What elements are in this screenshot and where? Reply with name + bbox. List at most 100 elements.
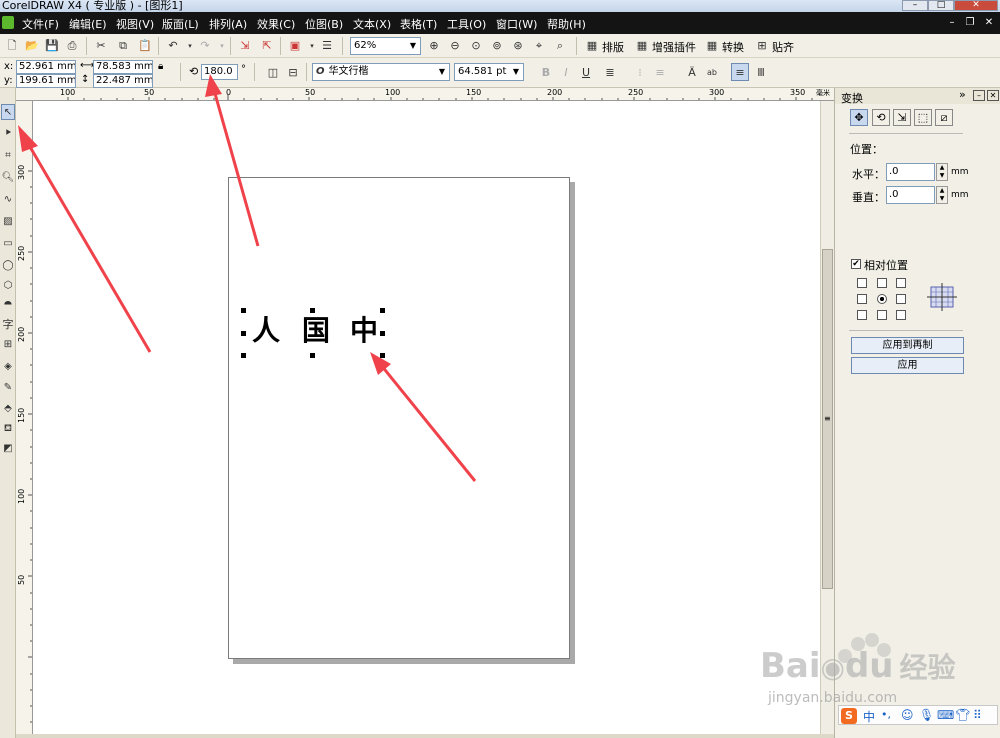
interactive-blend-icon[interactable]: ◈ — [1, 359, 15, 375]
voice-icon[interactable]: 🎙︎ — [919, 708, 934, 722]
copy-icon[interactable]: ⧉ — [114, 37, 132, 55]
bullet-icon[interactable]: ⁝ — [631, 64, 649, 82]
maximize-button[interactable]: □ — [928, 0, 954, 11]
zoom-width-icon[interactable]: ⌖ — [530, 37, 548, 55]
anchor-bottom-right[interactable] — [896, 310, 906, 320]
menu-file[interactable]: 文件(F) — [22, 16, 59, 32]
anchor-center[interactable] — [877, 294, 887, 304]
text-tool-icon[interactable]: 字 — [1, 317, 15, 333]
convert-icon[interactable]: ▦ — [703, 37, 721, 55]
pick-tool-icon[interactable]: ↖ — [1, 104, 15, 120]
vertical-field[interactable]: .0 — [886, 186, 935, 204]
horizontal-spinner[interactable]: ▲ ▼ — [936, 163, 948, 181]
menu-edit[interactable]: 编辑(E) — [69, 16, 107, 32]
menu-table[interactable]: 表格(T) — [400, 16, 437, 32]
expand-icon[interactable]: » — [959, 88, 966, 101]
print-icon[interactable]: ⎙ — [63, 37, 81, 55]
new-icon[interactable]: 🗋 — [3, 37, 21, 55]
selection-handle[interactable] — [310, 353, 315, 358]
save-icon[interactable]: 💾 — [43, 37, 61, 55]
application-launcher-icon[interactable]: ▣ — [286, 37, 304, 55]
snap-button[interactable]: 贴齐 — [772, 39, 794, 55]
toolbox-icon[interactable]: ⠿ — [973, 708, 982, 722]
vertical-ruler[interactable]: 300 250 200 150 100 50 — [16, 101, 33, 734]
sogou-logo-icon[interactable]: S — [841, 708, 857, 724]
vertical-spinner[interactable]: ▲ ▼ — [936, 186, 948, 204]
menu-layout[interactable]: 版面(L) — [162, 16, 199, 32]
relative-position-checkbox[interactable]: ✔ — [851, 259, 861, 269]
anchor-bottom-left[interactable] — [857, 310, 867, 320]
rotation-angle-field[interactable]: 180.0 — [201, 64, 238, 80]
doc-restore-button[interactable]: ❐ — [963, 16, 977, 29]
anchor-bottom-center[interactable] — [877, 310, 887, 320]
shape-tool-icon[interactable]: ⯈ — [1, 126, 15, 142]
horizontal-field[interactable]: .0 — [886, 163, 935, 181]
vertical-scrollbar[interactable]: ≡ — [820, 101, 834, 734]
crop-tool-icon[interactable]: ⌗ — [1, 148, 15, 164]
zoom-page-icon[interactable]: ⊛ — [509, 37, 527, 55]
underline-icon[interactable]: U — [577, 64, 595, 82]
drop-cap-icon[interactable]: ≡ — [651, 64, 669, 82]
rectangle-tool-icon[interactable]: ▭ — [1, 236, 15, 252]
zoom-height-icon[interactable]: ⌕ — [551, 37, 569, 55]
font-size-select[interactable]: 64.581 pt ▼ — [454, 63, 524, 81]
open-icon[interactable]: 📂 — [23, 37, 41, 55]
docker-close-button[interactable]: ✕ — [987, 90, 999, 101]
anchor-top-right[interactable] — [896, 278, 906, 288]
vertical-text-icon[interactable]: Ⅲ — [752, 64, 770, 82]
italic-icon[interactable]: I — [557, 64, 575, 82]
enhance-plugin-icon[interactable]: ▦ — [633, 37, 651, 55]
cut-icon[interactable]: ✂ — [92, 37, 110, 55]
doc-close-button[interactable]: ✕ — [982, 16, 996, 29]
anchor-top-center[interactable] — [877, 278, 887, 288]
enhance-plugin-button[interactable]: 增强插件 — [652, 39, 696, 55]
anchor-middle-left[interactable] — [857, 294, 867, 304]
horizontal-ruler[interactable]: 100 50 0 50 100 150 200 250 300 350 毫米 — [16, 88, 834, 101]
menu-tools[interactable]: 工具(O) — [447, 16, 486, 32]
zoom-selected-icon[interactable]: ⊙ — [467, 37, 485, 55]
size-tab-icon[interactable]: ⬚ — [914, 109, 932, 126]
zoom-level-select[interactable]: 62% ▼ — [350, 37, 421, 55]
selection-handle[interactable] — [241, 331, 246, 336]
polygon-tool-icon[interactable]: ⬡ — [1, 278, 15, 294]
selection-handle[interactable] — [380, 353, 385, 358]
zoom-out-icon[interactable]: ⊖ — [446, 37, 464, 55]
width-field[interactable]: 78.583 mm — [93, 60, 153, 74]
selection-handle[interactable] — [310, 308, 315, 313]
basic-shapes-icon[interactable]: ⯊ — [1, 298, 15, 314]
selection-handle[interactable] — [241, 353, 246, 358]
edit-text-icon[interactable]: ab — [703, 64, 721, 82]
font-family-select[interactable]: O 华文行楷 ▼ — [312, 63, 450, 81]
outline-tool-icon[interactable]: ⬘ — [1, 401, 15, 417]
zoom-tool-icon[interactable]: 🔍︎ — [1, 170, 15, 186]
interactive-fill-icon[interactable]: ◩ — [1, 441, 15, 457]
position-tab-icon[interactable]: ✥ — [850, 109, 868, 126]
apply-to-duplicate-button[interactable]: 应用到再制 — [851, 337, 964, 354]
table-tool-icon[interactable]: ⊞ — [1, 337, 15, 353]
x-position-field[interactable]: 52.961 mm — [16, 60, 76, 74]
docker-minimize-button[interactable]: – — [973, 90, 985, 101]
apply-button[interactable]: 应用 — [851, 357, 964, 374]
character-format-icon[interactable]: Ä — [683, 64, 701, 82]
selection-handle[interactable] — [241, 308, 246, 313]
mirror-horizontal-icon[interactable]: ◫ — [264, 64, 282, 82]
horizontal-scrollbar[interactable] — [16, 734, 834, 738]
rotate-tab-icon[interactable]: ⟲ — [872, 109, 890, 126]
skin-icon[interactable]: 👕︎ — [955, 708, 970, 722]
height-field[interactable]: 22.487 mm — [93, 74, 153, 88]
snap-icon[interactable]: ⊞ — [753, 37, 771, 55]
document-page[interactable] — [228, 177, 570, 659]
zoom-all-icon[interactable]: ⊚ — [488, 37, 506, 55]
bold-icon[interactable]: B — [537, 64, 555, 82]
layout-icon[interactable]: ▦ — [583, 37, 601, 55]
anchor-middle-right[interactable] — [896, 294, 906, 304]
y-position-field[interactable]: 199.61 mm — [16, 74, 76, 88]
anchor-top-left[interactable] — [857, 278, 867, 288]
close-button[interactable]: ✕ — [954, 0, 998, 11]
paste-icon[interactable]: 📋 — [136, 37, 154, 55]
scale-tab-icon[interactable]: ⇲ — [893, 109, 911, 126]
convert-button[interactable]: 转换 — [722, 39, 744, 55]
align-icon[interactable]: ≣ — [601, 64, 619, 82]
eyedropper-tool-icon[interactable]: ✎ — [1, 380, 15, 396]
freehand-tool-icon[interactable]: ∿ — [1, 192, 15, 208]
